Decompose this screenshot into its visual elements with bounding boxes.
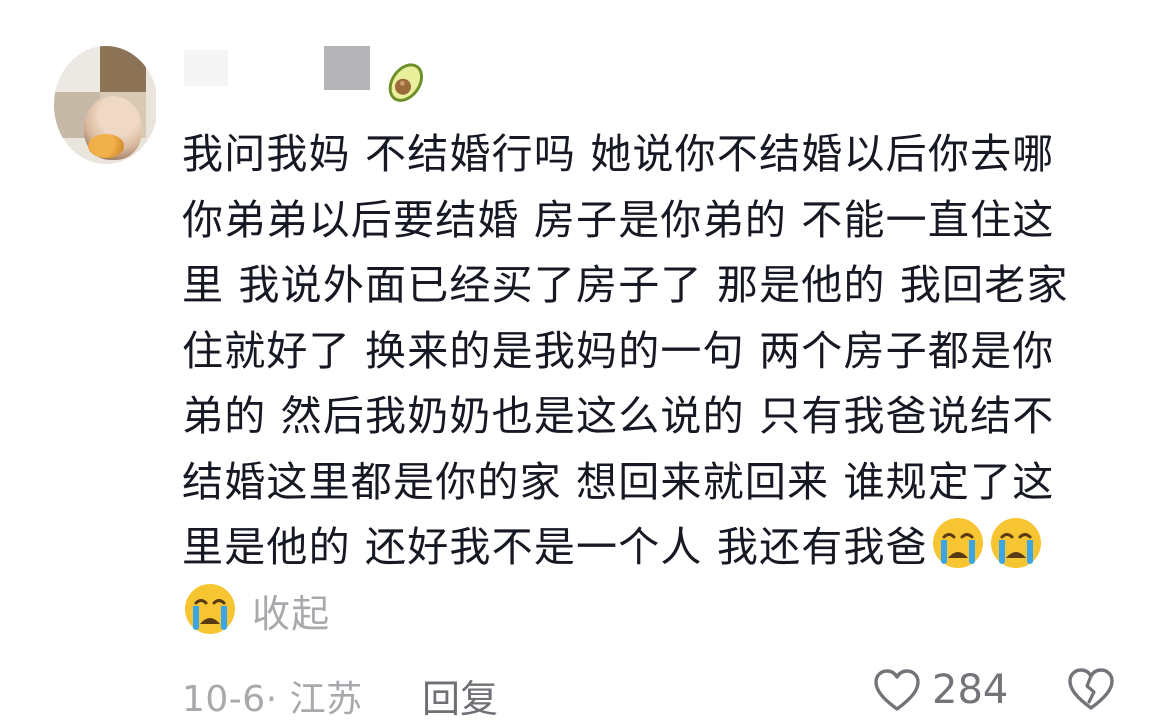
username-blurred-block [324, 46, 370, 90]
comment-line: 里 我说外面已经买了房子了 那是他的 我回老家 [182, 261, 1069, 309]
avatar-image [54, 46, 156, 164]
crying-face-emoji [185, 583, 235, 634]
username-blurred [184, 50, 228, 86]
crying-face-emoji [932, 518, 983, 568]
broken-heart-icon [1068, 668, 1114, 710]
like-count: 284 [932, 667, 1009, 713]
collapse-button[interactable]: 收起 [252, 592, 330, 636]
comment-footer: 10-6· 江苏 回复 284 [182, 664, 1142, 721]
avatar[interactable] [46, 46, 156, 164]
crying-face-emoji [990, 518, 1041, 568]
comment-line: 结婚这里都是你的家 想回来就回来 谁规定了这 [182, 457, 1055, 506]
like-button[interactable]: 284 [872, 664, 1008, 716]
comment-line: 我问我妈 不结婚行吗 她说你不结婚以后你去哪 [182, 130, 1055, 178]
comment-item: 我问我妈 不结婚行吗 她说你不结婚以后你去哪 你弟弟以后要结婚 房子是你弟的 不… [0, 0, 1169, 721]
reply-button[interactable]: 回复 [422, 668, 498, 721]
heart-outline-icon [874, 669, 920, 711]
comment-line-last: 里是他的 还好我不是一个人 我还有我爸 [182, 515, 1142, 581]
comment-line: 你弟弟以后要结婚 房子是你弟的 不能一直住这 [182, 195, 1055, 244]
avocado-icon [388, 63, 424, 102]
comment-line-text: 里是他的 还好我不是一个人 我还有我爸 [182, 523, 928, 571]
collapse-row: 收起 [182, 581, 1142, 648]
dislike-button[interactable] [1066, 666, 1116, 721]
comment-text: 我问我妈 不结婚行吗 她说你不结婚以后你去哪 你弟弟以后要结婚 房子是你弟的 不… [182, 122, 1142, 647]
comment-line: 弟的 然后我奶奶也是这么说的 只有我爸说结不 [182, 392, 1055, 440]
date-location: 10-6· 江苏 [182, 679, 363, 720]
comment-line: 住就好了 换来的是我妈的一句 两个房子都是你 [182, 326, 1055, 375]
